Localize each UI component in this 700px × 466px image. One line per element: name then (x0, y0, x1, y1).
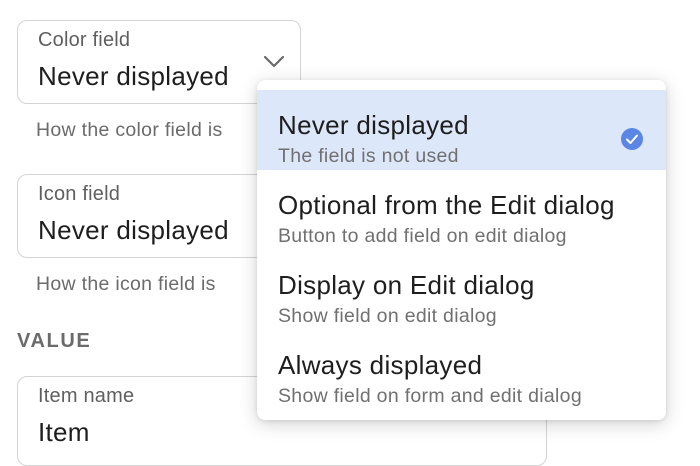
color-field-help: How the color field is (36, 119, 223, 141)
value-section-heading: VALUE (17, 330, 92, 352)
option-subtitle: Show field on form and edit dialog (278, 385, 582, 407)
option-title: Optional from the Edit dialog (278, 190, 615, 220)
option-title: Never displayed (278, 110, 469, 140)
dropdown-option[interactable]: Always displayed Show field on form and … (257, 330, 666, 410)
check-circle-icon (621, 128, 643, 150)
icon-field-value: Never displayed (38, 215, 229, 245)
option-title: Always displayed (278, 350, 483, 380)
dropdown-option[interactable]: Never displayed The field is not used (257, 90, 666, 170)
chevron-down-icon[interactable] (263, 55, 285, 69)
dropdown-option[interactable]: Display on Edit dialog Show field on edi… (257, 250, 666, 330)
color-field-label: Color field (38, 29, 131, 51)
display-mode-dropdown: Never displayed The field is not used Op… (257, 80, 666, 420)
option-subtitle: Button to add field on edit dialog (278, 225, 567, 247)
color-field-value: Never displayed (38, 61, 229, 91)
option-title: Display on Edit dialog (278, 270, 535, 300)
icon-field-help: How the icon field is (36, 273, 216, 295)
option-subtitle: Show field on edit dialog (278, 305, 497, 327)
option-subtitle: The field is not used (278, 145, 459, 167)
dropdown-option[interactable]: Optional from the Edit dialog Button to … (257, 170, 666, 250)
item-name-value: Item (38, 417, 90, 447)
icon-field-label: Icon field (38, 183, 121, 205)
item-name-label: Item name (38, 385, 135, 407)
